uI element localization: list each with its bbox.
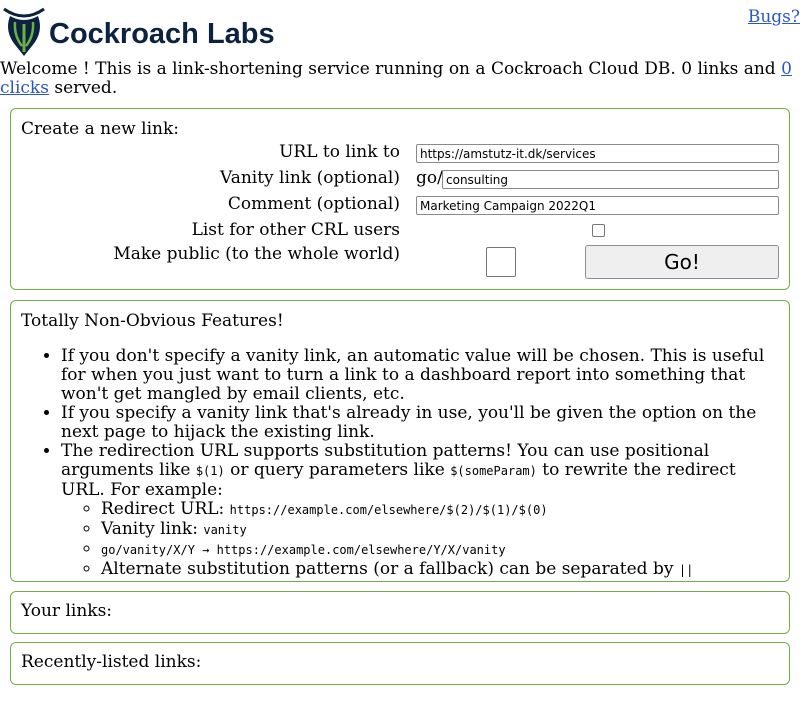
example-code: || <box>678 563 694 577</box>
create-link-title: Create a new link: <box>21 119 179 139</box>
welcome-message: Welcome ! This is a link-shortening serv… <box>0 60 805 98</box>
comment-input[interactable]: Marketing Campaign 2022Q1 <box>416 196 779 215</box>
comment-label: Comment (optional) <box>227 194 400 214</box>
example-list: Redirect URL: https://example.com/elsewh… <box>61 500 773 580</box>
logo-text: Cockroach Labs <box>49 18 275 50</box>
your-links-panel: Your links: <box>10 591 790 634</box>
feature-text: or query parameters like <box>224 460 451 480</box>
create-link-panel: Create a new link: URL to link to https:… <box>10 108 790 290</box>
code-positional: $(1) <box>195 464 225 478</box>
public-checkbox[interactable] <box>486 247 516 277</box>
example-code: go/vanity/X/Y → https://example.com/else… <box>101 543 506 557</box>
list-checkbox[interactable] <box>592 224 605 237</box>
public-label: Make public (to the whole world) <box>113 244 400 264</box>
bugs-link[interactable]: Bugs? <box>748 8 800 27</box>
recent-links-title: Recently-listed links: <box>21 652 202 672</box>
feature-item: If you don't specify a vanity link, an a… <box>61 347 773 404</box>
example-label: Alternate substitution patterns (or a fa… <box>101 559 679 579</box>
example-item: Redirect URL: https://example.com/elsewh… <box>101 500 773 520</box>
list-label: List for other CRL users <box>191 220 400 240</box>
welcome-text-end: served. <box>48 78 118 98</box>
example-label: Redirect URL: <box>101 499 230 519</box>
vanity-label: Vanity link (optional) <box>219 168 400 188</box>
code-query-param: $(someParam) <box>450 464 537 478</box>
url-label: URL to link to <box>279 142 400 162</box>
recent-links-panel: Recently-listed links: <box>10 642 790 685</box>
cockroach-icon <box>3 7 45 56</box>
welcome-text: Welcome ! This is a link-shortening serv… <box>0 59 782 79</box>
cockroach-labs-logo: Cockroach Labs <box>3 7 275 56</box>
feature-item: The redirection URL supports substitutio… <box>61 442 773 580</box>
example-label: Vanity link: <box>101 519 204 539</box>
feature-item: If you specify a vanity link that's alre… <box>61 404 773 442</box>
vanity-input[interactable]: consulting <box>442 170 779 189</box>
features-panel: Totally Non-Obvious Features! If you don… <box>10 300 790 582</box>
features-title: Totally Non-Obvious Features! <box>21 311 284 331</box>
url-input[interactable]: https://amstutz-it.dk/services <box>416 144 779 163</box>
example-item: Vanity link: vanity <box>101 520 773 540</box>
example-code: vanity <box>203 523 247 537</box>
your-links-title: Your links: <box>21 601 113 621</box>
example-item: go/vanity/X/Y → https://example.com/else… <box>101 540 773 560</box>
example-code: https://example.com/elsewhere/$(2)/$(1)/… <box>229 503 548 517</box>
features-list: If you don't specify a vanity link, an a… <box>61 347 773 580</box>
example-item: Alternate substitution patterns (or a fa… <box>101 560 773 580</box>
go-button[interactable]: Go! <box>585 245 779 279</box>
vanity-prefix: go/ <box>416 168 443 188</box>
